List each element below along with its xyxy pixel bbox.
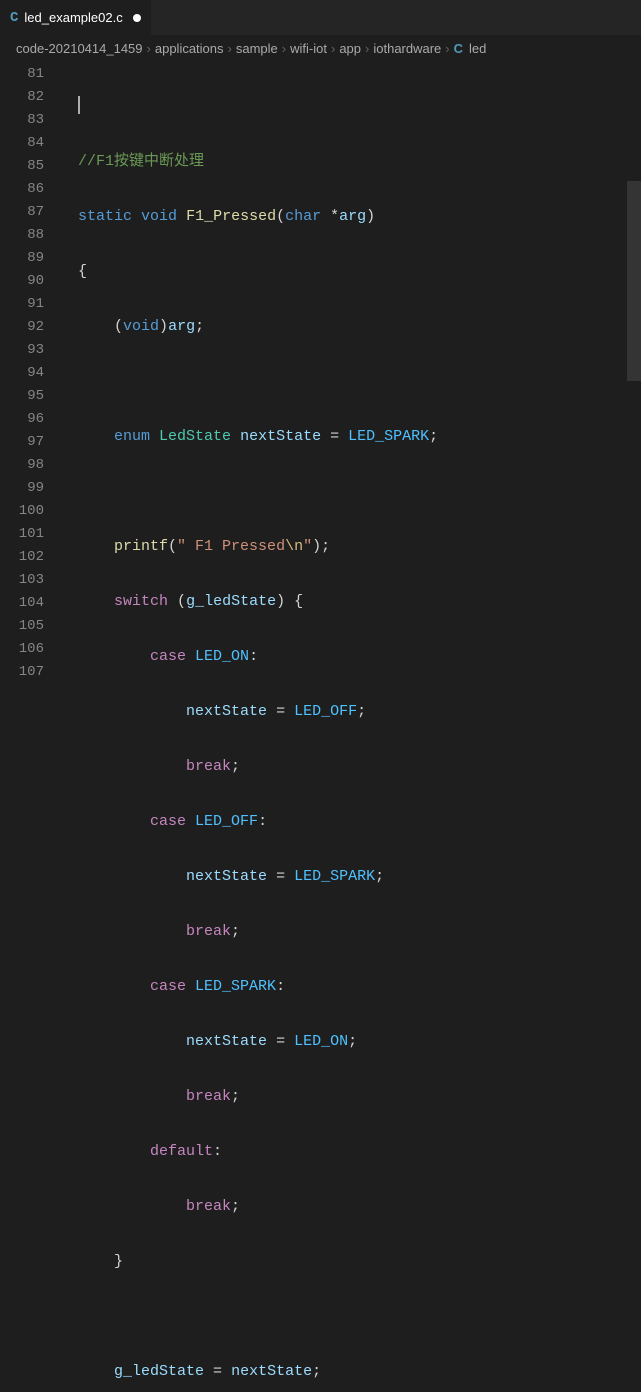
chevron-right-icon: › [331,41,335,56]
code-line[interactable]: printf(" F1 Pressed\n"); [78,535,641,558]
code-line[interactable]: //F1按键中断处理 [78,150,641,173]
chevron-right-icon: › [147,41,151,56]
line-number[interactable]: 91 [0,293,66,316]
line-number-gutter[interactable]: 8182838485868788899091929394959697989910… [0,61,66,696]
editor: 8182838485868788899091929394959697989910… [0,61,641,696]
breadcrumb-item[interactable]: applications [155,41,224,56]
tab-bar: C led_example02.c [0,0,641,35]
code-line[interactable]: } [78,1250,641,1273]
code-line[interactable]: g_ledState = nextState; [78,1360,641,1383]
breadcrumb-item[interactable]: sample [236,41,278,56]
code-line[interactable]: break; [78,920,641,943]
code-line[interactable]: enum LedState nextState = LED_SPARK; [78,425,641,448]
code-line[interactable]: break; [78,1195,641,1218]
code-line[interactable]: case LED_ON: [78,645,641,668]
dirty-indicator-icon[interactable] [133,14,141,22]
breadcrumb-item[interactable]: iothardware [373,41,441,56]
line-number[interactable]: 89 [0,247,66,270]
line-number[interactable]: 104 [0,592,66,615]
line-number[interactable]: 86 [0,178,66,201]
code-line[interactable]: case LED_SPARK: [78,975,641,998]
text-cursor [78,96,80,114]
c-file-icon: C [454,41,463,56]
code-line[interactable] [78,95,641,118]
chevron-right-icon: › [228,41,232,56]
breadcrumb[interactable]: code-20210414_1459 › applications › samp… [0,35,641,61]
tab-active[interactable]: C led_example02.c [0,0,152,35]
code-line[interactable]: nextState = LED_ON; [78,1030,641,1053]
line-number[interactable]: 101 [0,523,66,546]
breadcrumb-file[interactable]: led [469,41,486,56]
code-line[interactable]: (void)arg; [78,315,641,338]
code-line[interactable]: nextState = LED_SPARK; [78,865,641,888]
code-line[interactable] [78,480,641,503]
chevron-right-icon: › [365,41,369,56]
code-line[interactable]: static void F1_Pressed(char *arg) [78,205,641,228]
line-number[interactable]: 83 [0,109,66,132]
code-line[interactable]: nextState = LED_OFF; [78,700,641,723]
line-number[interactable]: 99 [0,477,66,500]
code-line[interactable]: default: [78,1140,641,1163]
chevron-right-icon: › [282,41,286,56]
line-number[interactable]: 82 [0,86,66,109]
code-line[interactable]: switch (g_ledState) { [78,590,641,613]
code-area[interactable]: //F1按键中断处理 static void F1_Pressed(char *… [66,61,641,696]
line-number[interactable]: 103 [0,569,66,592]
code-line[interactable]: break; [78,1085,641,1108]
code-line[interactable]: case LED_OFF: [78,810,641,833]
line-number[interactable]: 106 [0,638,66,661]
line-number[interactable]: 93 [0,339,66,362]
line-number[interactable]: 95 [0,385,66,408]
tab-label: led_example02.c [24,10,122,25]
code-line[interactable]: break; [78,755,641,778]
breadcrumb-item[interactable]: app [339,41,361,56]
breadcrumb-item[interactable]: code-20210414_1459 [16,41,143,56]
line-number[interactable]: 90 [0,270,66,293]
line-number[interactable]: 88 [0,224,66,247]
chevron-right-icon: › [445,41,449,56]
line-number[interactable]: 100 [0,500,66,523]
code-line[interactable] [78,1305,641,1328]
line-number[interactable]: 84 [0,132,66,155]
line-number[interactable]: 92 [0,316,66,339]
line-number[interactable]: 107 [0,661,66,684]
line-number[interactable]: 96 [0,408,66,431]
line-number[interactable]: 81 [0,63,66,86]
code-line[interactable]: { [78,260,641,283]
vertical-scrollbar[interactable] [627,61,641,696]
line-number[interactable]: 102 [0,546,66,569]
line-number[interactable]: 97 [0,431,66,454]
c-file-icon: C [10,10,18,26]
line-number[interactable]: 94 [0,362,66,385]
breadcrumb-item[interactable]: wifi-iot [290,41,327,56]
line-number[interactable]: 85 [0,155,66,178]
scrollbar-thumb[interactable] [627,181,641,381]
line-number[interactable]: 98 [0,454,66,477]
line-number[interactable]: 105 [0,615,66,638]
code-line[interactable] [78,370,641,393]
line-number[interactable]: 87 [0,201,66,224]
